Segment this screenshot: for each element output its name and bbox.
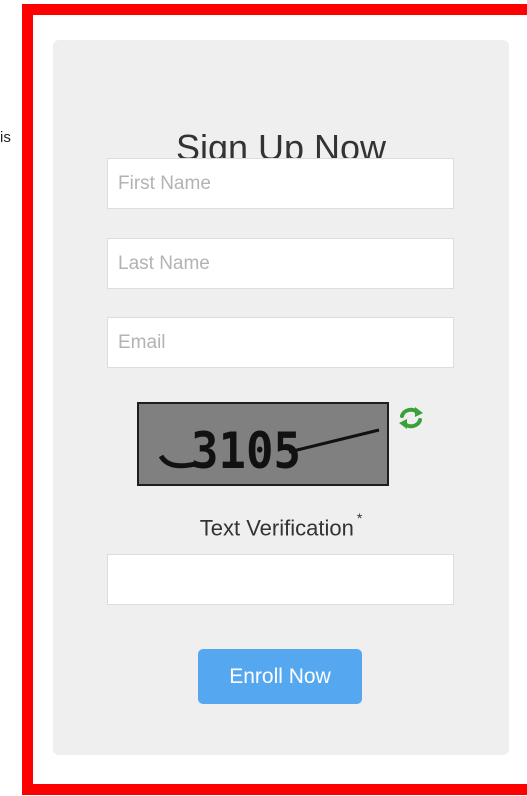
refresh-icon[interactable] (397, 404, 425, 432)
captcha-text: 3105 (191, 422, 301, 480)
last-name-input[interactable] (107, 238, 454, 289)
required-marker: * (356, 510, 363, 526)
verification-input[interactable] (107, 554, 454, 605)
stray-text: is (0, 129, 11, 146)
verification-label-text: Text Verification (199, 515, 354, 541)
captcha-image: 3105 (137, 402, 389, 486)
enroll-now-button[interactable]: Enroll Now (198, 649, 362, 704)
signup-card: Sign Up Now 3105 Text Verification* Enro… (53, 40, 509, 755)
captcha-graphic: 3105 (158, 422, 380, 480)
first-name-input[interactable] (107, 158, 454, 209)
verification-label: Text Verification * (53, 510, 509, 541)
email-input[interactable] (107, 317, 454, 368)
